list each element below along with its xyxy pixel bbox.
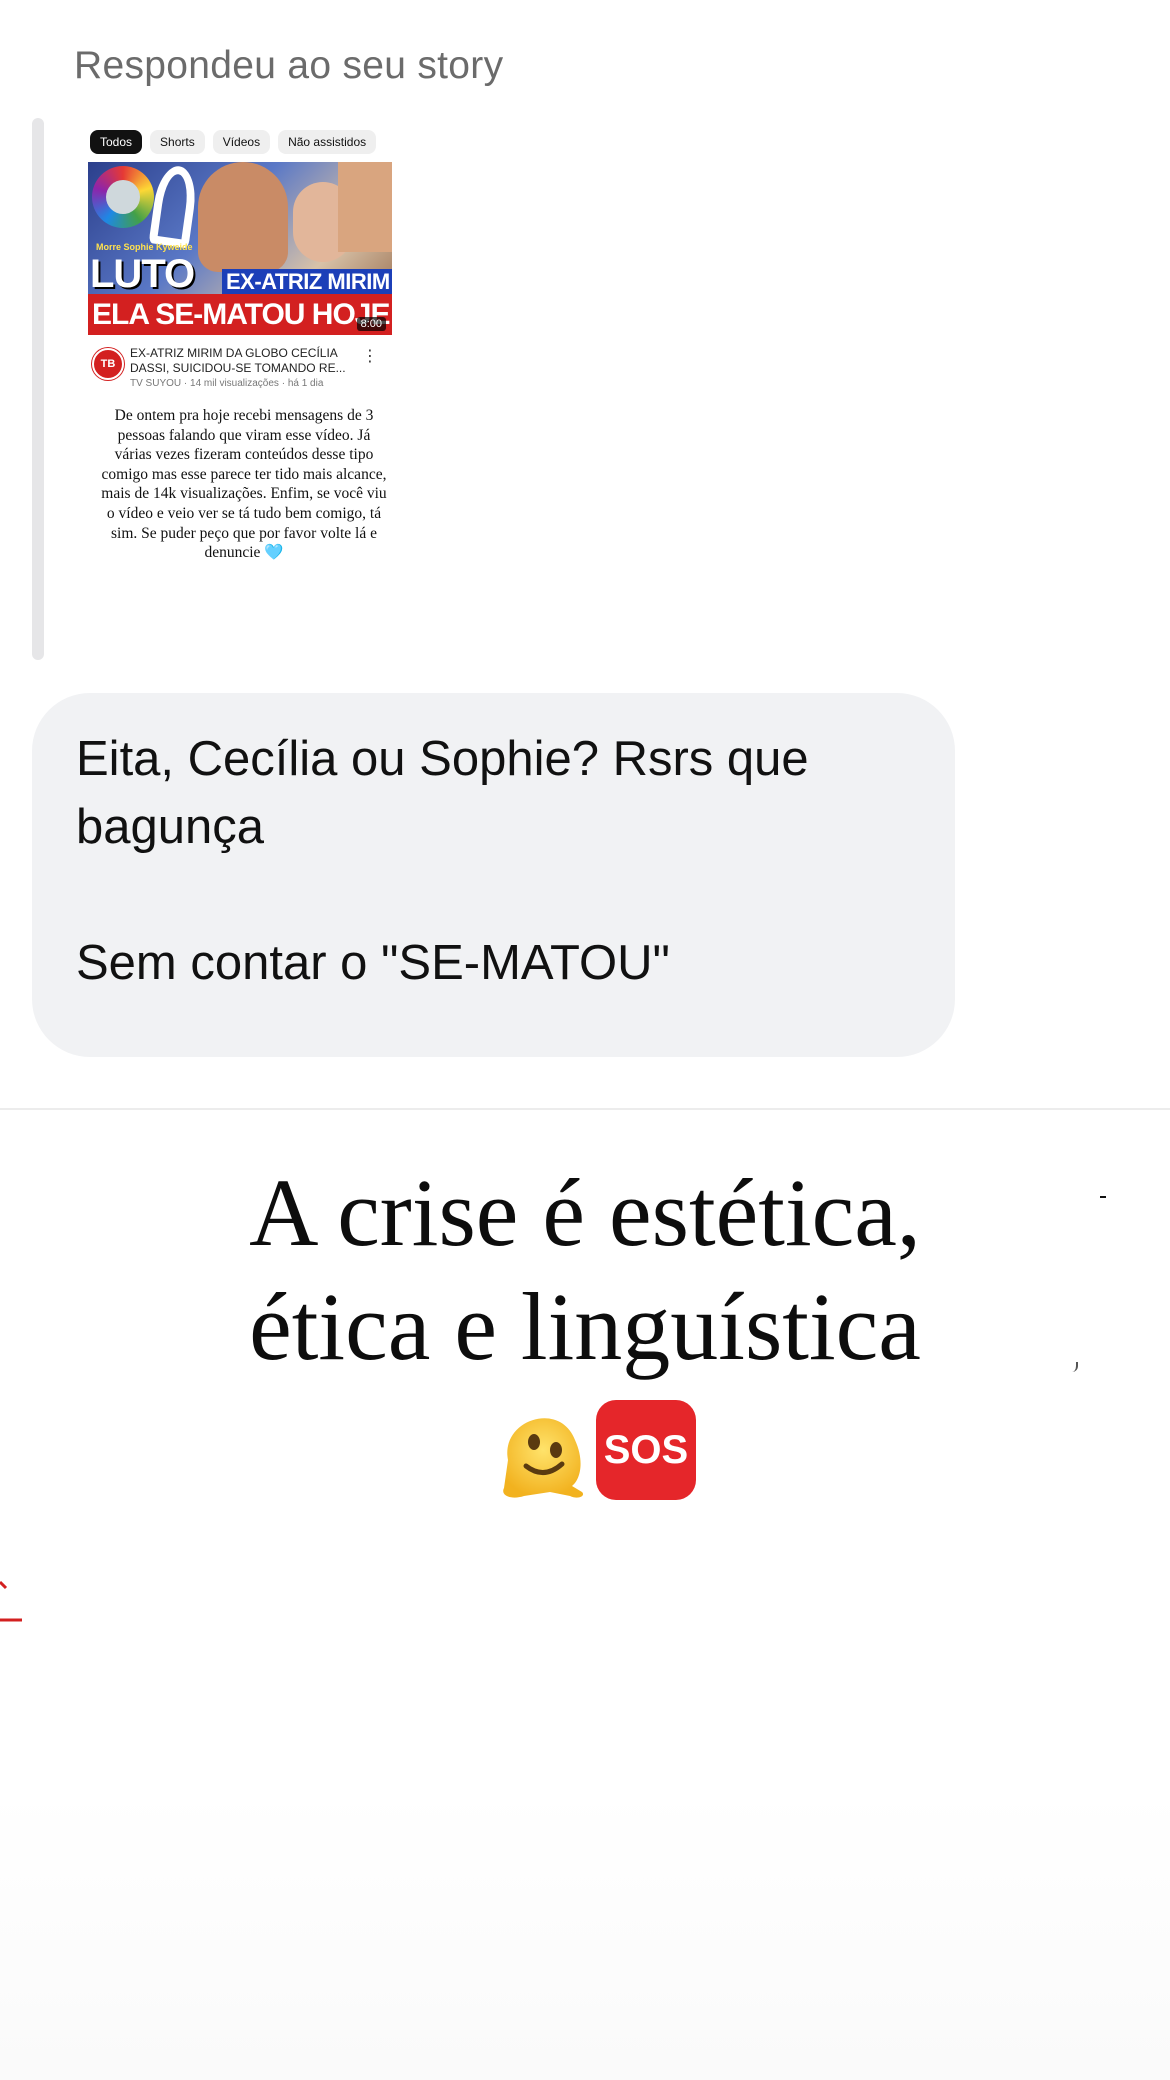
message-text: Eita, Cecília ou Sophie? Rsrs que bagunç… (76, 732, 809, 990)
story-preview[interactable]: Todos Shorts Vídeos Não assistidos Morre… (80, 120, 400, 620)
more-options-icon: ⋮ (362, 348, 378, 365)
thumbnail-ex-atriz: EX-ATRIZ MIRIM (222, 269, 392, 295)
mourning-ribbon-icon (148, 163, 200, 249)
message-bubble[interactable]: Eita, Cecília ou Sophie? Rsrs que bagunç… (32, 693, 955, 1057)
story-reply-caption: Respondeu ao seu story (74, 44, 504, 87)
chip-shorts: Shorts (150, 130, 205, 154)
video-duration: 8:00 (356, 317, 386, 331)
thumbnail-photo (338, 162, 392, 252)
melting-face-icon (490, 1400, 590, 1500)
globo-logo-icon (92, 166, 154, 228)
video-thumbnail: Morre Sophie Kyweide LUTO EX-ATRIZ MIRIM… (88, 162, 392, 335)
story-text: De ontem pra hoje recebi mensagens de 3 … (101, 407, 387, 562)
channel-avatar: TB (92, 348, 124, 380)
quote-bar (32, 118, 44, 660)
dm-thread: Respondeu ao seu story Todos Shorts Víde… (0, 0, 1170, 1108)
chip-nao-assistidos: Não assistidos (278, 130, 377, 154)
video-title: EX-ATRIZ MIRIM DA GLOBO CECÍLIA DASSI, S… (130, 346, 346, 375)
thumbnail-photo (198, 162, 288, 272)
thumbnail-headline: ELA SE-MATOU HOJE (88, 294, 392, 335)
chip-todos: Todos (90, 130, 143, 154)
chip-videos: Vídeos (212, 130, 271, 154)
post-headline: A crise é estética, ética e linguística (249, 1159, 921, 1380)
emoji-row: SOS (490, 1400, 696, 1500)
sos-icon: SOS (596, 1400, 696, 1500)
video-meta: TV SUYOU · 14 mil visualizações · há 1 d… (130, 378, 324, 389)
red-arrow-mark (0, 1576, 24, 1626)
decorative-mark (1100, 1196, 1106, 1198)
filter-chips: Todos Shorts Vídeos Não assistidos (90, 130, 377, 154)
thumbnail-luto: LUTO (90, 252, 195, 296)
thumbnail-small-caption: Morre Sophie Kyweide (96, 242, 193, 252)
